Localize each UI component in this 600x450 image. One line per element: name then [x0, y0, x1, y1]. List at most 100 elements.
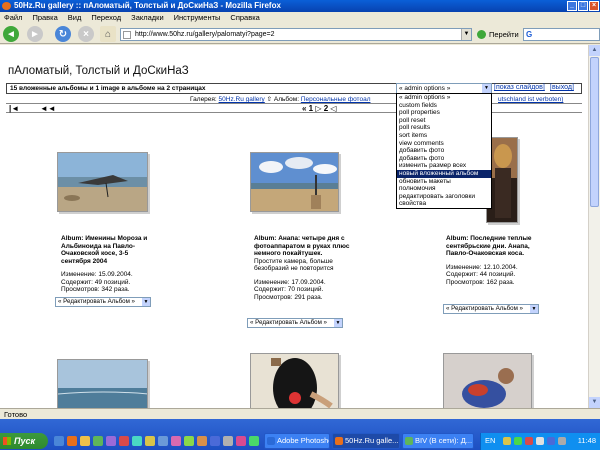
- admin-option-item[interactable]: « admin options »: [397, 94, 491, 102]
- album-title[interactable]: Album: Анапа: четыре дня с фотоаппаратом…: [254, 235, 350, 258]
- album-changed: Изменение: 17.09.2004.: [254, 278, 326, 286]
- url-bar[interactable]: http://www.50hz.ru/gallery/palomatyi?pag…: [120, 28, 472, 41]
- edit-album-select[interactable]: « Редактировать Альбом » ▼: [55, 297, 151, 307]
- breadcrumb-gallery-link[interactable]: 50Hz.Ru gallery: [219, 96, 265, 103]
- start-button[interactable]: Пуск: [0, 433, 48, 449]
- menu-edit[interactable]: Правка: [32, 12, 57, 23]
- album-thumbnail[interactable]: [250, 353, 339, 408]
- search-box[interactable]: G: [523, 28, 600, 41]
- quicklaunch-app-icon[interactable]: [210, 436, 220, 446]
- admin-option-item[interactable]: poll properties: [397, 109, 491, 117]
- admin-options-dropdown-list[interactable]: « admin options » custom fields poll prope…: [396, 93, 492, 209]
- quicklaunch-folder-icon[interactable]: [80, 436, 90, 446]
- admin-option-item[interactable]: редактировать заголовки: [397, 193, 491, 201]
- minimize-button[interactable]: _: [567, 1, 577, 11]
- album-description: Простите камера, больше безобразий не по…: [254, 257, 334, 273]
- quicklaunch-app-icon[interactable]: [106, 436, 116, 446]
- chevron-down-icon[interactable]: ▼: [334, 319, 342, 327]
- album-thumbnail[interactable]: [57, 152, 148, 212]
- admin-option-item[interactable]: poll reset: [397, 117, 491, 125]
- quicklaunch-app-icon[interactable]: [132, 436, 142, 446]
- tray-app-icon[interactable]: [525, 437, 533, 445]
- admin-option-item[interactable]: изменить размер всех: [397, 162, 491, 170]
- quicklaunch-app-icon[interactable]: [236, 436, 246, 446]
- home-icon[interactable]: ⌂: [100, 26, 116, 42]
- quicklaunch-firefox-icon[interactable]: [67, 436, 77, 446]
- admin-option-item[interactable]: обновить макеты: [397, 178, 491, 186]
- album-changed: Изменение: 12.10.2004.: [446, 263, 518, 271]
- chevron-down-icon[interactable]: ▼: [142, 298, 150, 306]
- admin-option-item[interactable]: custom fields: [397, 102, 491, 110]
- quicklaunch-app-icon[interactable]: [223, 436, 233, 446]
- album-caption: Album: Именины Мороза и Альбиноида на Па…: [61, 235, 157, 294]
- vertical-scrollbar[interactable]: ▲ ▼: [588, 45, 600, 408]
- scroll-thumb[interactable]: [590, 57, 599, 207]
- admin-option-item[interactable]: добавить фото: [397, 155, 491, 163]
- menu-help[interactable]: Справка: [230, 12, 259, 23]
- breadcrumb-album-link[interactable]: Персональные фотоал: [301, 96, 371, 103]
- album-thumbnail[interactable]: [443, 353, 532, 408]
- menu-file[interactable]: Файл: [4, 12, 22, 23]
- close-button[interactable]: ×: [589, 1, 599, 11]
- quicklaunch-app-icon[interactable]: [184, 436, 194, 446]
- quicklaunch-app-icon[interactable]: [119, 436, 129, 446]
- first-page-icon[interactable]: |◄: [9, 104, 19, 113]
- stop-icon[interactable]: ×: [78, 26, 94, 42]
- edit-album-select[interactable]: « Редактировать Альбом » ▼: [247, 318, 343, 328]
- tray-app-icon[interactable]: [547, 437, 555, 445]
- forward-arrow-icon[interactable]: ►: [27, 26, 43, 42]
- quicklaunch-app-icon[interactable]: [158, 436, 168, 446]
- chevron-down-icon[interactable]: ▼: [530, 305, 538, 313]
- album-thumbnail[interactable]: [57, 359, 148, 408]
- admin-option-item[interactable]: добавить фото: [397, 147, 491, 155]
- quicklaunch-app-icon[interactable]: [249, 436, 259, 446]
- album-contains: Содержит: 49 позиций.: [61, 278, 131, 286]
- task-label: Adobe Photoshop: [277, 436, 329, 445]
- admin-option-item[interactable]: новый вложенный альбом: [397, 169, 491, 178]
- tray-app-icon[interactable]: [514, 437, 522, 445]
- url-history-dropdown-icon[interactable]: ▼: [461, 29, 471, 40]
- task-firefox[interactable]: 50Hz.Ru galle...: [332, 433, 400, 449]
- task-messenger[interactable]: BIV (В сети): Д...: [402, 433, 474, 449]
- page-numbers[interactable]: « 1 ▷ 2 ◁: [302, 104, 337, 113]
- maximize-button[interactable]: □: [578, 1, 588, 11]
- quicklaunch-app-icon[interactable]: [171, 436, 181, 446]
- scroll-up-icon[interactable]: ▲: [589, 45, 600, 56]
- menu-go[interactable]: Переход: [91, 12, 121, 23]
- admin-option-item[interactable]: полномочия: [397, 185, 491, 193]
- album-info-text: 15 вложенные альбомы и 1 image в альбоме…: [10, 85, 206, 92]
- reload-icon[interactable]: ↻: [55, 26, 71, 42]
- chevron-down-icon[interactable]: ▼: [482, 84, 491, 93]
- quicklaunch-app-icon[interactable]: [197, 436, 207, 446]
- task-photoshop[interactable]: Adobe Photoshop: [264, 433, 330, 449]
- admin-option-item[interactable]: свойства: [397, 200, 491, 208]
- go-button[interactable]: Перейти: [477, 28, 519, 41]
- menu-view[interactable]: Вид: [68, 12, 82, 23]
- prev-page-icon[interactable]: ◄◄: [40, 104, 56, 113]
- quicklaunch-app-icon[interactable]: [145, 436, 155, 446]
- tray-app-icon[interactable]: [536, 437, 544, 445]
- tray-app-icon[interactable]: [503, 437, 511, 445]
- admin-option-item[interactable]: poll results: [397, 124, 491, 132]
- album-thumbnail[interactable]: [250, 152, 339, 212]
- breadcrumb-up-icon[interactable]: ⇧: [267, 96, 272, 103]
- page-content: пАломатый, Толстый и ДоСкиНаЗ 15 вложенн…: [0, 45, 588, 408]
- edit-album-select[interactable]: « Редактировать Альбом » ▼: [443, 304, 539, 314]
- logout-link[interactable]: [выход]: [550, 84, 574, 91]
- admin-option-item[interactable]: sort items: [397, 132, 491, 140]
- quicklaunch-app-icon[interactable]: [93, 436, 103, 446]
- album-title[interactable]: Album: Именины Мороза и Альбиноида на Па…: [61, 235, 157, 265]
- status-text: Готово: [4, 410, 28, 419]
- menu-bookmarks[interactable]: Закладки: [131, 12, 163, 23]
- volume-icon[interactable]: [558, 437, 566, 445]
- scroll-down-icon[interactable]: ▼: [589, 397, 600, 408]
- back-arrow-icon[interactable]: ◄: [3, 26, 19, 42]
- pager: |◄ ◄◄ « 1 ▷ 2 ◁: [6, 103, 582, 113]
- menu-tools[interactable]: Инструменты: [174, 12, 221, 23]
- admin-option-item[interactable]: view comments: [397, 140, 491, 148]
- quicklaunch-ie-icon[interactable]: [54, 436, 64, 446]
- language-indicator[interactable]: EN: [485, 433, 495, 449]
- slideshow-link[interactable]: [показ слайдов]: [494, 84, 545, 91]
- breadcrumb-gallery-label: Галерея:: [190, 96, 217, 103]
- album-title[interactable]: Album: Последние теплые сентябрьские дни…: [446, 235, 542, 258]
